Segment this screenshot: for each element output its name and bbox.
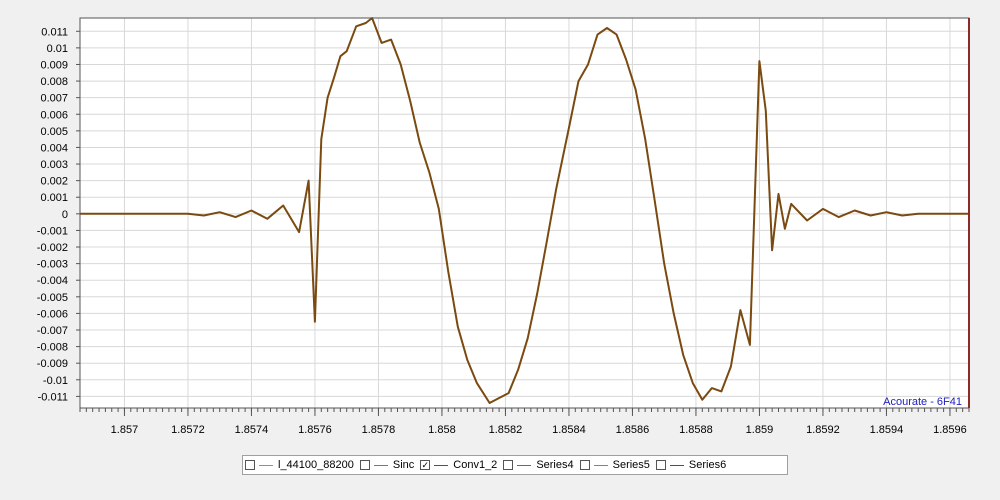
legend-item-l-44100-88200[interactable]: l_44100_88200 <box>245 459 354 471</box>
legend-swatch-series6 <box>669 464 684 466</box>
legend-label-sinc: Sinc <box>392 459 415 471</box>
y-tick-label: 0.001 <box>40 192 68 204</box>
y-tick-label: 0.009 <box>40 59 68 71</box>
y-tick-label: -0.002 <box>37 242 68 254</box>
x-tick-label: 1.8576 <box>298 424 332 436</box>
legend-swatch-sinc <box>373 464 388 466</box>
chart-area: 0.011 0.01 0.009 0.008 0.007 0.006 0.005 0.004 0… <box>0 0 1000 440</box>
y-tick-label: 0.002 <box>40 176 68 188</box>
x-tick-label: 1.859 <box>746 424 774 436</box>
y-tick-label: -0.01 <box>43 375 68 387</box>
x-tick-label: 1.8582 <box>489 424 523 436</box>
legend-label-conv1-2: Conv1_2 <box>453 459 498 471</box>
legend-swatch-l-44100-88200 <box>259 464 273 466</box>
legend-checkbox-sinc[interactable] <box>359 460 370 470</box>
y-tick-label: -0.009 <box>37 358 68 370</box>
x-tick-label: 1.8572 <box>171 424 205 436</box>
legend-checkbox-series5[interactable] <box>579 460 590 470</box>
x-tick-label: 1.857 <box>111 424 139 436</box>
legend-checkbox-l-44100-88200[interactable] <box>245 460 255 470</box>
y-tick-label: 0.01 <box>47 43 68 55</box>
y-tick-label: -0.008 <box>37 342 68 354</box>
legend-label-series4: Series4 <box>536 459 574 471</box>
legend-label-l-44100-88200: l_44100_88200 <box>278 459 354 471</box>
x-tick-label: 1.8574 <box>235 424 269 436</box>
legend-checkbox-conv1-2[interactable]: ✓ <box>420 460 431 470</box>
y-tick-label: 0.008 <box>40 76 68 88</box>
y-tick-label: 0.011 <box>41 26 68 38</box>
legend-label-series6: Series6 <box>688 459 727 471</box>
chart-annotation: Acourate - 6F41 <box>883 396 962 408</box>
y-tick-label: 0.005 <box>40 126 68 138</box>
legend-item-series5[interactable]: Series5 <box>579 459 650 471</box>
x-tick-label: 1.8584 <box>552 424 586 436</box>
y-tick-label: -0.001 <box>37 225 68 237</box>
legend-swatch-series4 <box>517 464 532 466</box>
y-tick-label: 0.004 <box>40 142 68 154</box>
legend-label-series5: Series5 <box>612 459 650 471</box>
legend-item-series4[interactable]: Series4 <box>503 459 574 471</box>
legend-item-sinc[interactable]: Sinc <box>359 459 415 471</box>
x-tick-label: 1.8586 <box>616 424 650 436</box>
legend-checkbox-series4[interactable] <box>503 460 514 470</box>
y-tick-label: -0.011 <box>38 391 68 403</box>
y-tick-label: 0.006 <box>40 109 68 121</box>
y-tick-label: 0.003 <box>40 159 68 171</box>
x-tick-label: 1.8578 <box>362 424 396 436</box>
y-tick-label: -0.003 <box>37 259 68 271</box>
x-tick-label: 1.8596 <box>933 424 967 436</box>
x-tick-label: 1.8594 <box>870 424 904 436</box>
legend-checkbox-series6[interactable] <box>655 460 666 470</box>
legend: l_44100_88200 Sinc ✓ Conv1_2 Series4 Ser… <box>242 455 788 475</box>
y-tick-label: -0.005 <box>37 292 68 304</box>
legend-swatch-series5 <box>593 464 608 466</box>
y-tick-label: -0.006 <box>37 308 68 320</box>
x-tick-label: 1.8588 <box>679 424 713 436</box>
y-tick-label: 0 <box>62 209 68 221</box>
y-tick-label: 0.007 <box>40 93 68 105</box>
legend-item-conv1-2[interactable]: ✓ Conv1_2 <box>420 459 497 471</box>
y-tick-label: -0.007 <box>37 325 68 337</box>
x-tick-label: 1.858 <box>428 424 456 436</box>
legend-item-series6[interactable]: Series6 <box>655 459 727 471</box>
y-tick-label: -0.004 <box>37 275 68 287</box>
chart-svg: 0.011 0.01 0.009 0.008 0.007 0.006 0.005 0.004 0… <box>0 0 1000 440</box>
x-tick-label: 1.8592 <box>806 424 840 436</box>
legend-swatch-conv1-2 <box>434 464 449 466</box>
